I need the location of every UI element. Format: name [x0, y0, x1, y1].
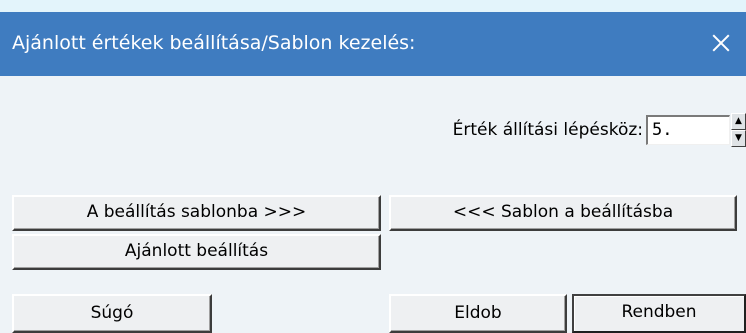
discard-button[interactable]: Eldob: [389, 294, 567, 333]
spin-down-icon[interactable]: ▼: [731, 130, 746, 147]
close-icon[interactable]: [702, 24, 740, 62]
load-from-template-button[interactable]: <<< Sablon a beállításba: [389, 195, 737, 231]
title-bar[interactable]: Ajánlott értékek beállítása/Sablon kezel…: [0, 12, 746, 76]
recommended-settings-button[interactable]: Ajánlott beállítás: [12, 234, 381, 270]
ok-button[interactable]: Rendben: [572, 294, 746, 333]
step-input[interactable]: 5.: [646, 115, 730, 145]
spin-up-icon[interactable]: ▲: [731, 113, 746, 130]
step-spinner[interactable]: ▲ ▼: [731, 112, 746, 148]
dialog-body: Érték állítási lépésköz: 5. ▲ ▼ A beállí…: [0, 76, 746, 333]
settings-dialog: Ajánlott értékek beállítása/Sablon kezel…: [0, 0, 746, 333]
save-to-template-button[interactable]: A beállítás sablonba >>>: [12, 195, 381, 231]
window-title: Ajánlott értékek beállítása/Sablon kezel…: [12, 32, 416, 54]
help-button[interactable]: Súgó: [12, 294, 212, 333]
step-label: Érték állítási lépésköz:: [452, 120, 643, 140]
